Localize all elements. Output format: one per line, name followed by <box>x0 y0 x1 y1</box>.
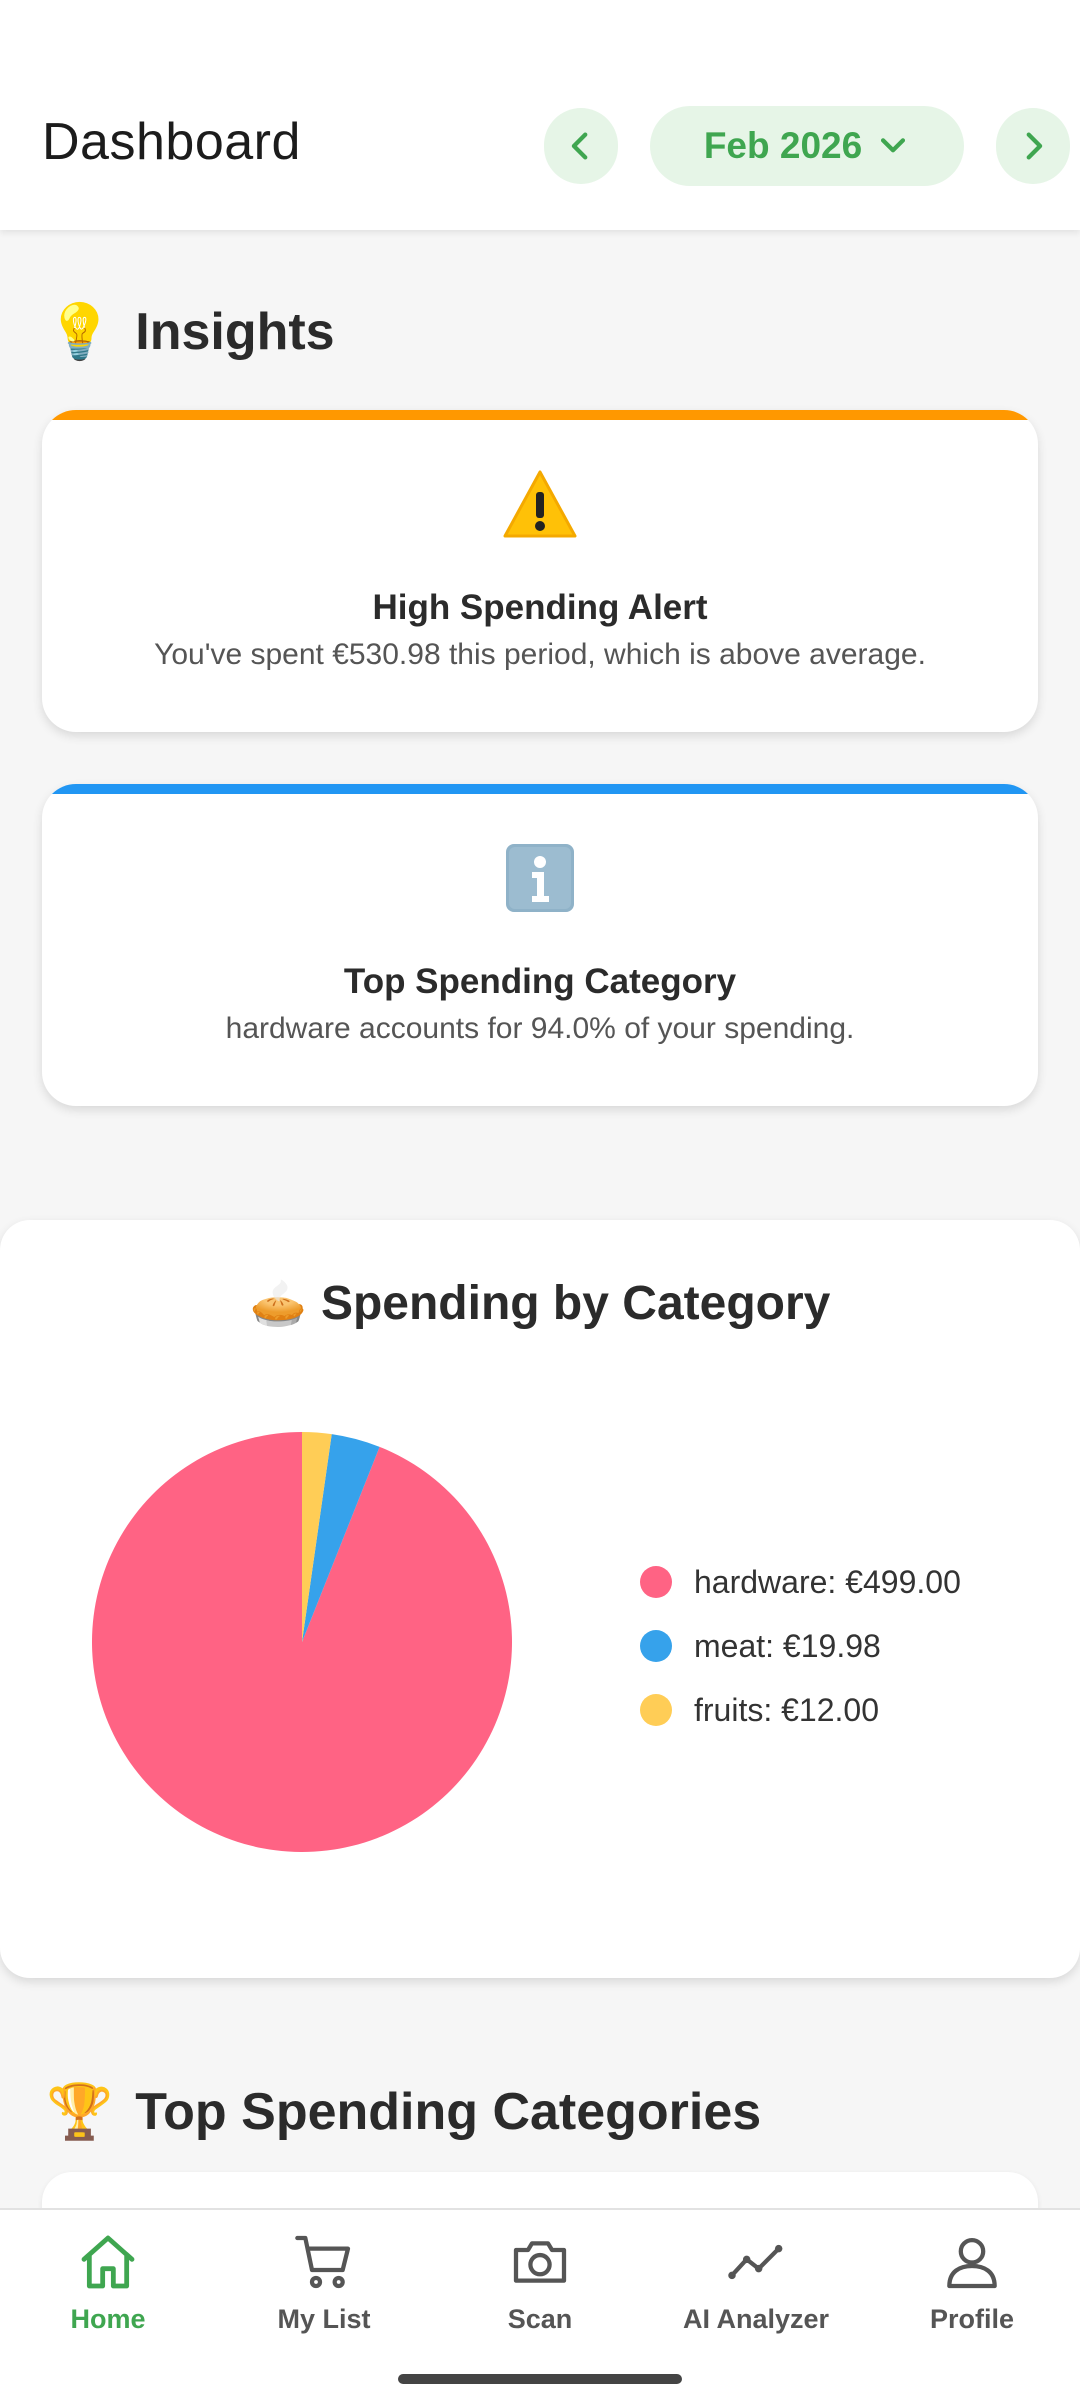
camera-icon <box>513 2241 567 2283</box>
next-period-button[interactable] <box>996 108 1070 184</box>
warning-icon <box>42 468 1038 540</box>
period-selector[interactable]: Feb 2026 <box>650 106 964 186</box>
legend-label: fruits: €12.00 <box>694 1691 879 1728</box>
insights-heading: 💡 Insights <box>46 302 335 362</box>
previous-period-button[interactable] <box>544 108 618 184</box>
tab-scan[interactable]: Scan <box>432 2230 648 2350</box>
legend-item-fruits[interactable]: fruits: €12.00 <box>640 1678 961 1742</box>
insight-title: Top Spending Category <box>343 962 737 1001</box>
insights-title: Insights <box>135 303 335 361</box>
cart-icon <box>295 2235 351 2289</box>
pie-icon: 🥧 <box>249 1277 307 1329</box>
tab-home[interactable]: Home <box>0 2230 216 2350</box>
chevron-left-icon <box>571 132 588 160</box>
insight-accent-bar <box>42 784 1038 794</box>
top-categories-title: Top Spending Categories <box>135 2083 762 2141</box>
insight-card-top-category[interactable]: Top Spending Category hardware accounts … <box>42 784 1038 1106</box>
legend-swatch <box>640 1694 672 1726</box>
insight-title: High Spending Alert <box>372 588 708 627</box>
spending-by-category-card: 🥧 Spending by Category hardware: €499.00 … <box>0 1220 1080 1978</box>
lightbulb-icon: 💡 <box>46 302 114 362</box>
chevron-right-icon <box>1026 132 1043 160</box>
insight-card-high-spending[interactable]: High Spending Alert You've spent €530.98… <box>42 410 1038 732</box>
legend-swatch <box>640 1566 672 1598</box>
home-icon <box>81 2235 135 2289</box>
tab-my-list[interactable]: My List <box>216 2230 432 2350</box>
insight-text: You've spent €530.98 this period, which … <box>154 638 926 671</box>
tab-label: Profile <box>929 2304 1015 2334</box>
chevron-down-icon <box>881 138 906 153</box>
legend-item-hardware[interactable]: hardware: €499.00 <box>640 1550 961 1614</box>
person-icon <box>947 2238 997 2289</box>
chart-legend: hardware: €499.00 meat: €19.98 fruits: €… <box>640 1550 961 1742</box>
legend-item-meat[interactable]: meat: €19.98 <box>640 1614 961 1678</box>
page-title: Dashboard <box>42 113 301 171</box>
bottom-navigation: Home My List Scan AI Analyzer Profile <box>0 2208 1080 2400</box>
period-label: Feb 2026 <box>703 125 863 166</box>
pie-chart[interactable] <box>90 1430 514 1854</box>
tab-ai-analyzer[interactable]: AI Analyzer <box>648 2230 864 2350</box>
pie-chart-svg <box>92 1432 512 1852</box>
app-root: Dashboard Feb 2026 💡 Insights High Spend… <box>0 0 1080 2400</box>
trophy-icon: 🏆 <box>46 2082 114 2142</box>
tab-label: My List <box>277 2304 371 2334</box>
top-categories-card[interactable] <box>42 2172 1038 2208</box>
top-app-bar: Dashboard Feb 2026 <box>0 0 1080 230</box>
chart-title: Spending by Category <box>320 1277 831 1330</box>
legend-label: meat: €19.98 <box>694 1627 881 1664</box>
dashboard-content[interactable]: 💡 Insights High Spending Alert You've sp… <box>0 230 1080 2208</box>
tab-label: Home <box>70 2304 146 2334</box>
insight-accent-bar <box>42 410 1038 420</box>
trend-icon <box>728 2244 783 2280</box>
home-indicator <box>398 2374 682 2384</box>
info-icon <box>42 842 1038 914</box>
insight-text: hardware accounts for 94.0% of your spen… <box>225 1012 855 1045</box>
legend-swatch <box>640 1630 672 1662</box>
top-categories-heading: 🏆 Top Spending Categories <box>46 2082 761 2142</box>
chart-heading: 🥧 Spending by Category <box>0 1276 1080 1331</box>
tab-label: AI Analyzer <box>682 2304 830 2334</box>
tab-label: Scan <box>507 2304 573 2334</box>
legend-label: hardware: €499.00 <box>694 1563 961 1600</box>
tab-profile[interactable]: Profile <box>864 2230 1080 2350</box>
